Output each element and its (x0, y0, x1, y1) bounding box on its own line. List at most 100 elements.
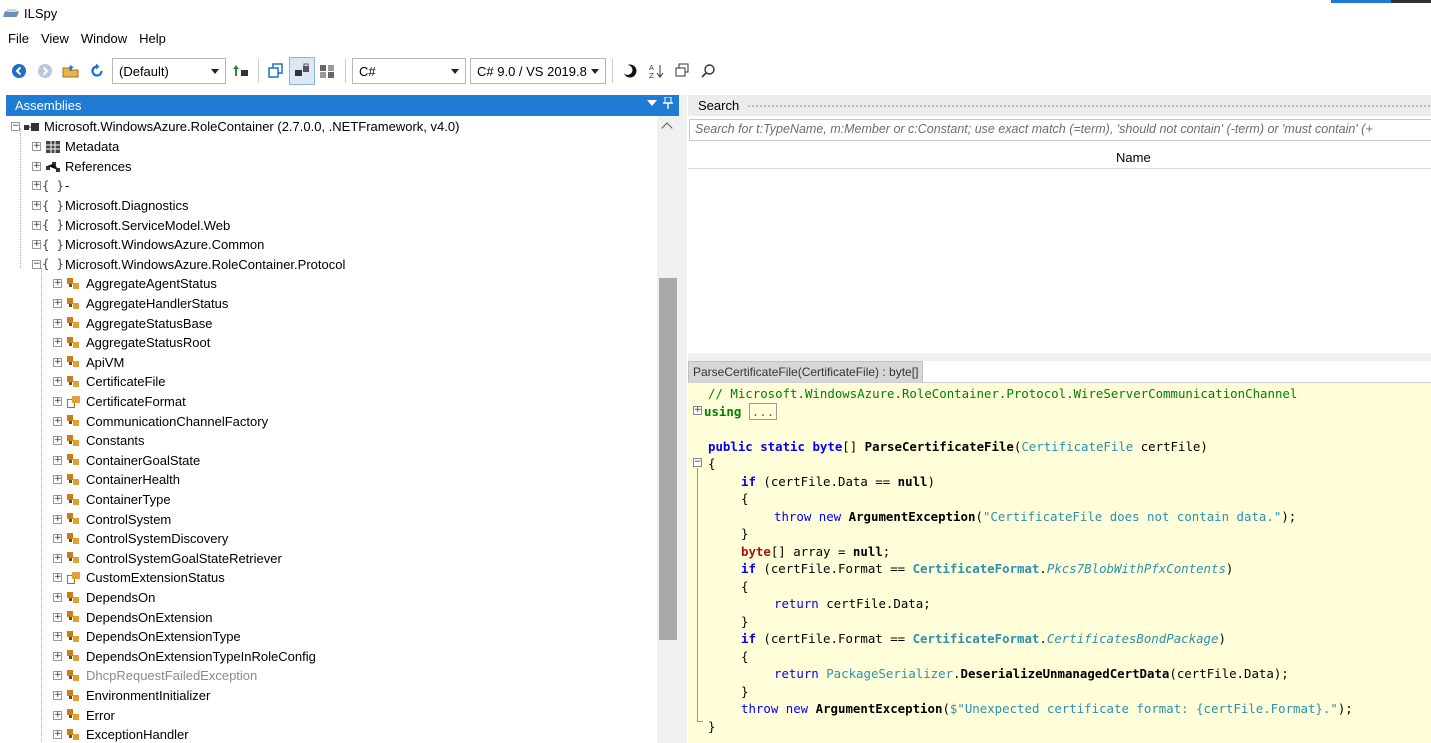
tree-node-type[interactable]: + ExceptionHandler (53, 725, 189, 743)
expand-toggle-icon[interactable]: + (53, 612, 62, 622)
search-input[interactable]: Search for t:TypeName, m:Member or c:Con… (689, 119, 1431, 141)
collapse-toggle-icon[interactable]: − (11, 122, 20, 132)
vertical-splitter[interactable] (679, 95, 687, 743)
tree-node-type[interactable]: + Constants (53, 431, 145, 451)
expand-toggle-icon[interactable]: + (32, 240, 41, 250)
scroll-up-icon[interactable] (661, 122, 673, 134)
tree-node-type[interactable]: + ApiVM (53, 353, 124, 373)
language-combo[interactable]: C# (352, 58, 466, 84)
scrollbar-thumb[interactable] (659, 278, 677, 640)
expand-toggle-icon[interactable]: + (53, 475, 62, 485)
tree-node-namespace[interactable]: + { } Microsoft.WindowsAzure.Common (32, 235, 264, 255)
collapsed-region[interactable]: ... (748, 402, 778, 420)
tree-node-type[interactable]: + DependsOnExtensionType (53, 627, 241, 647)
search-button[interactable] (695, 57, 721, 85)
window-controls[interactable] (1331, 0, 1431, 3)
language-version-combo[interactable]: C# 9.0 / VS 2019.8 (470, 58, 606, 84)
decompiled-code-view[interactable]: // Microsoft.WindowsAzure.RoleContainer.… (688, 382, 1431, 743)
open-button[interactable] (58, 57, 84, 85)
assembly-tree[interactable]: − Microsoft.WindowsAzure.RoleContainer (… (6, 116, 657, 743)
tree-node-type[interactable]: + CertificateFile (53, 372, 165, 392)
reload-button[interactable] (84, 57, 110, 85)
expand-toggle-icon[interactable]: + (53, 553, 62, 563)
manage-lists-button[interactable] (669, 57, 695, 85)
menu-view[interactable]: View (35, 28, 75, 50)
tree-node-namespace[interactable]: + { } Microsoft.ServiceModel.Web (32, 215, 230, 235)
tree-node-namespace[interactable]: + { } - (32, 176, 69, 196)
expand-toggle-icon[interactable]: + (53, 710, 62, 720)
tree-node-type[interactable]: + AggregateStatusRoot (53, 333, 210, 353)
tree-node-type[interactable]: + ContainerType (53, 490, 171, 510)
expand-toggle-icon[interactable]: + (53, 671, 62, 681)
expand-toggle-icon[interactable]: + (53, 573, 62, 583)
assemblies-scrollbar[interactable] (657, 116, 679, 743)
expand-toggle-icon[interactable]: + (53, 397, 62, 407)
tree-node-type[interactable]: + DependsOnExtensionTypeInRoleConfig (53, 647, 316, 667)
tree-node-type[interactable]: + DependsOnExtension (53, 607, 212, 627)
expand-toggle-icon[interactable]: + (32, 142, 41, 152)
collapse-all-button[interactable] (263, 57, 289, 85)
tree-node-type[interactable]: + ContainerHealth (53, 470, 180, 490)
expand-toggle-icon[interactable]: + (53, 514, 62, 524)
collapse-fold-icon[interactable]: − (693, 458, 702, 467)
code-tab[interactable]: ParseCertificateFile(CertificateFile) : … (688, 361, 924, 382)
tree-node-type[interactable]: + AggregateStatusBase (53, 313, 212, 333)
expand-toggle-icon[interactable]: + (32, 161, 41, 171)
theme-toggle-button[interactable] (617, 57, 643, 85)
expand-toggle-icon[interactable]: + (53, 495, 62, 505)
tree-node-type[interactable]: + ControlSystemDiscovery (53, 529, 228, 549)
collapse-toggle-icon[interactable]: − (32, 259, 41, 269)
expand-toggle-icon[interactable]: + (53, 730, 62, 740)
dropdown-arrow-icon[interactable] (647, 99, 657, 107)
expand-toggle-icon[interactable]: + (53, 455, 62, 465)
tree-node-type[interactable]: + AggregateHandlerStatus (53, 294, 228, 314)
expand-toggle-icon[interactable]: + (53, 416, 62, 426)
expand-toggle-icon[interactable]: + (53, 651, 62, 661)
tree-node-type[interactable]: + ControlSystemGoalStateRetriever (53, 549, 282, 569)
expand-toggle-icon[interactable]: + (53, 436, 62, 446)
expand-toggle-icon[interactable]: + (53, 534, 62, 544)
tree-node-type[interactable]: + EnvironmentInitializer (53, 686, 210, 706)
expand-toggle-icon[interactable]: + (32, 201, 41, 211)
tree-node-type[interactable]: + ContainerGoalState (53, 451, 200, 471)
expand-toggle-icon[interactable]: + (53, 632, 62, 642)
tree-node-type[interactable]: + DhcpRequestFailedException (53, 666, 257, 686)
expand-toggle-icon[interactable]: + (53, 299, 62, 309)
search-results-list[interactable] (688, 170, 1431, 352)
panel-grip[interactable] (747, 103, 1431, 109)
tree-node-type[interactable]: + CertificateFormat (53, 392, 186, 412)
expand-toggle-icon[interactable]: + (53, 691, 62, 701)
menu-help[interactable]: Help (133, 28, 172, 50)
tree-node-type[interactable]: + ControlSystem (53, 509, 171, 529)
column-header-name[interactable]: Name (1116, 150, 1151, 165)
expand-toggle-icon[interactable]: + (53, 377, 62, 387)
tree-node-assembly[interactable]: − Microsoft.WindowsAzure.RoleContainer (… (11, 117, 459, 137)
horizontal-splitter[interactable] (688, 353, 1431, 361)
tree-node-type[interactable]: + CustomExtensionStatus (53, 568, 225, 588)
tree-node-namespace[interactable]: − { } Microsoft.WindowsAzure.RoleContain… (32, 255, 345, 275)
tree-node-metadata[interactable]: + Metadata (32, 137, 119, 157)
menu-file[interactable]: File (2, 28, 35, 50)
menu-window[interactable]: Window (75, 28, 133, 50)
tree-node-references[interactable]: + References (32, 157, 131, 177)
expand-toggle-icon[interactable]: + (53, 357, 62, 367)
sort-button[interactable]: AZ (643, 57, 669, 85)
tree-node-type[interactable]: + AggregateAgentStatus (53, 274, 217, 294)
expand-toggle-icon[interactable]: + (32, 181, 41, 191)
tree-node-namespace[interactable]: + { } Microsoft.Diagnostics (32, 196, 189, 216)
expand-toggle-icon[interactable]: + (53, 593, 62, 603)
assembly-list-combo[interactable]: (Default) (112, 58, 226, 84)
show-compiler-generated-button[interactable] (315, 57, 341, 85)
expand-fold-icon[interactable]: + (693, 406, 702, 415)
add-assembly-button[interactable] (228, 57, 254, 85)
tree-node-type[interactable]: + DependsOn (53, 588, 155, 608)
expand-toggle-icon[interactable]: + (53, 318, 62, 328)
expand-toggle-icon[interactable]: + (53, 338, 62, 348)
expand-toggle-icon[interactable]: + (53, 279, 62, 289)
tree-node-type[interactable]: + Error (53, 705, 115, 725)
forward-button[interactable] (32, 57, 58, 85)
show-private-button[interactable] (289, 57, 315, 85)
back-button[interactable] (6, 57, 32, 85)
expand-toggle-icon[interactable]: + (32, 220, 41, 230)
pin-icon[interactable] (663, 97, 673, 109)
